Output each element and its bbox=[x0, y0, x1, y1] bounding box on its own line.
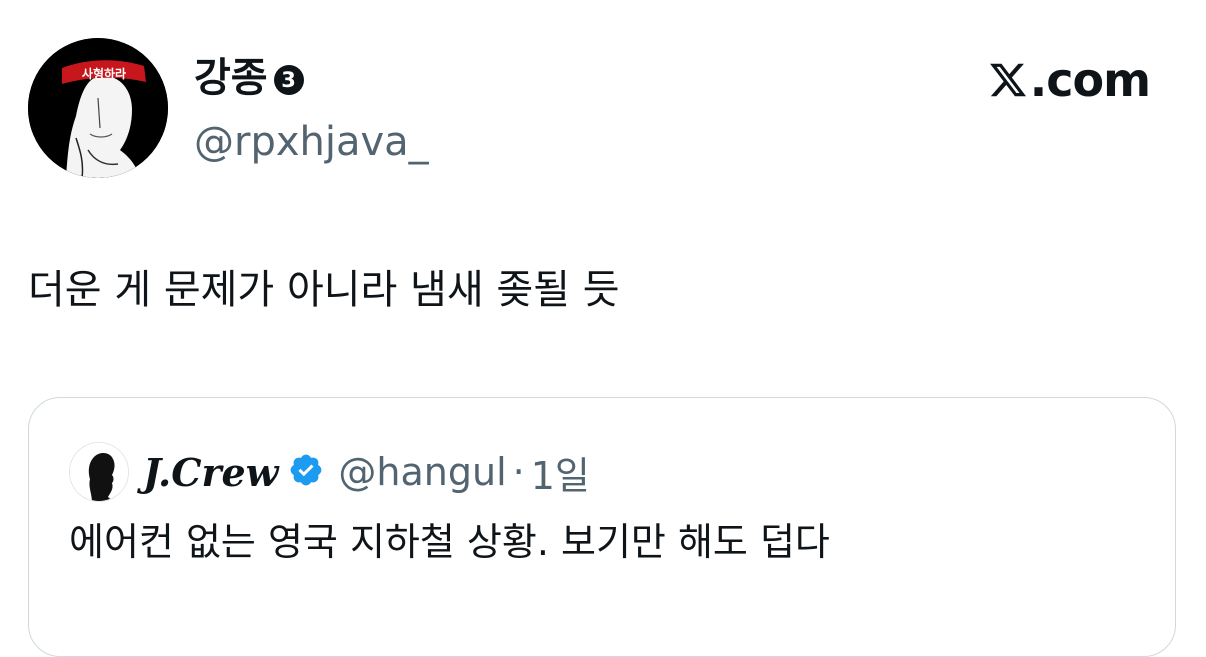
quoted-tweet-card[interactable]: J.Crew @hangul · 1일 에어컨 없는 영국 지하철 상황. 보기… bbox=[28, 397, 1176, 657]
quoted-tweet-time[interactable]: 1일 bbox=[531, 445, 590, 500]
quoted-author-handle[interactable]: @hangul bbox=[338, 450, 506, 494]
author-display-name[interactable]: 강종 bbox=[194, 52, 268, 104]
verified-badge-icon bbox=[288, 452, 324, 492]
quoted-author-avatar[interactable] bbox=[69, 442, 129, 502]
quoted-tweet-header: J.Crew @hangul · 1일 bbox=[69, 442, 590, 502]
x-logo-suffix: .com bbox=[1029, 53, 1151, 107]
user-illustration-avatar-icon: 사형하라 bbox=[28, 38, 168, 178]
separator-dot: · bbox=[512, 450, 525, 494]
x-com-logo[interactable]: .com bbox=[988, 52, 1151, 108]
quoted-tweet-text: 에어컨 없는 영국 지하철 상황. 보기만 해도 덥다 bbox=[69, 520, 830, 564]
author-display-name-row: 강종 3 bbox=[194, 52, 304, 104]
author-handle[interactable]: @rpxhjava_ bbox=[194, 116, 429, 168]
number-badge: 3 bbox=[273, 65, 304, 95]
headband-text: 사형하라 bbox=[82, 66, 126, 81]
quoted-author-name[interactable]: J.Crew bbox=[143, 450, 278, 495]
x-logo-icon bbox=[989, 63, 1026, 97]
silhouette-avatar-icon bbox=[70, 443, 128, 501]
tweet-text: 더운 게 문제가 아니라 냄새 좆될 듯 bbox=[28, 267, 620, 313]
author-avatar[interactable]: 사형하라 bbox=[28, 38, 168, 178]
